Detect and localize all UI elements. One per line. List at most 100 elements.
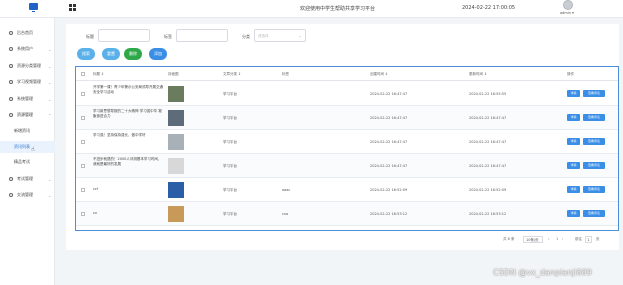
row-created: 2024-02-22 16:47:47 [370, 164, 408, 168]
sidebar-subitem-add-news[interactable]: 新增资讯 [0, 125, 55, 137]
news-table: 标题 ↕ 封面图 文章分类 ↕ 标签 创建时间 ↕ 更新时间 ↕ 操作 开学第一… [75, 66, 619, 231]
chevron-down-icon: ⌄ [48, 46, 52, 52]
row-updated: 2024-02-22 16:52:09 [469, 188, 507, 192]
column-header-tag: 标签 [282, 72, 289, 76]
chevron-down-icon: ⌄ [48, 96, 52, 102]
total-count: 共 6 条 [503, 237, 515, 241]
sidebar-item-label: 资源管理 [17, 112, 33, 117]
cover-image [168, 206, 184, 222]
settings-icon [9, 97, 13, 101]
cover-image [168, 110, 184, 126]
row-created: 2024-02-22 16:47:47 [370, 92, 408, 96]
row-checkbox[interactable] [81, 212, 85, 216]
row-created: 2024-02-22 16:53:12 [370, 212, 408, 216]
sidebar: 后台首页 系统用户 ⌄ 资源分类管理 ⌄ 学习视频管理 ⌄ 系统管理 ⌄ 资源管… [0, 18, 55, 285]
row-category: 学习平台 [223, 92, 237, 96]
column-header-actions: 操作 [567, 72, 574, 76]
cover-image [168, 182, 184, 198]
search-button[interactable]: 搜索 [77, 48, 95, 60]
column-header-created[interactable]: 创建时间 ↕ [370, 72, 388, 77]
view-comments-button[interactable]: 查看评论 [583, 90, 605, 97]
table-row: 不进步就退的！2000人评测基本学习时间，我就是最好的发展 学习平台 2024-02… [76, 154, 618, 178]
view-comments-button[interactable]: 查看评论 [583, 162, 605, 169]
page-number[interactable]: 1 [556, 237, 558, 241]
detail-button[interactable]: 详情 [567, 138, 580, 145]
view-comments-button[interactable]: 查看评论 [583, 138, 605, 145]
chevron-up-icon: ⌃ [48, 112, 52, 118]
view-comments-button[interactable]: 查看评论 [583, 114, 605, 121]
grid-menu-icon[interactable] [69, 4, 76, 11]
sidebar-item-categories[interactable]: 资源分类管理 ⌄ [0, 60, 55, 72]
select-all-checkbox[interactable] [81, 72, 85, 76]
row-checkbox[interactable] [81, 164, 85, 168]
sidebar-item-exam-manage[interactable]: 考试管理 ⌄ [0, 173, 55, 185]
title-search-label: 标题 [86, 34, 94, 39]
add-button[interactable]: 添加 [149, 48, 167, 60]
next-page-icon[interactable]: › [562, 237, 563, 241]
tag-search-input[interactable] [176, 29, 228, 42]
user-dropdown[interactable]: admin ▾ [560, 11, 574, 15]
row-title: ccf [93, 187, 99, 191]
row-category: 学习平台 [223, 188, 237, 192]
column-header-category[interactable]: 文章分类 ↕ [223, 72, 241, 77]
row-checkbox[interactable] [81, 92, 85, 96]
row-checkbox[interactable] [81, 140, 85, 144]
table-row: cx 学习平台 cxa 2024-02-22 16:53:12 2024-02-22 1… [76, 202, 618, 226]
page-size-select[interactable]: 10条/页 [523, 236, 543, 243]
sidebar-item-home[interactable]: 后台首页 [0, 27, 55, 39]
folder-icon [9, 64, 13, 68]
reset-button[interactable]: 重置 [102, 48, 120, 60]
goto-page-input[interactable]: 1 [585, 236, 592, 243]
detail-button[interactable]: 详情 [567, 210, 580, 217]
view-comments-button[interactable]: 查看评论 [583, 186, 605, 193]
sidebar-item-system[interactable]: 系统管理 ⌄ [0, 93, 55, 105]
category-select-placeholder: 请选择 [258, 34, 269, 38]
view-comments-button[interactable]: 查看评论 [583, 210, 605, 217]
chevron-down-icon: ⌄ [298, 33, 302, 38]
column-header-updated[interactable]: 更新时间 ↕ [469, 72, 487, 77]
sidebar-item-label: 系统管理 [17, 96, 33, 101]
detail-button[interactable]: 详情 [567, 186, 580, 193]
chevron-down-icon: ⌄ [48, 176, 52, 182]
sidebar-subitem-label: 新增资讯 [14, 128, 30, 133]
mouse-cursor-icon: ☝ [31, 146, 35, 153]
row-title: 学习强！坚持保持强长，做中学好 [93, 133, 146, 137]
detail-button[interactable]: 详情 [567, 162, 580, 169]
prev-page-icon[interactable]: ‹ [548, 237, 549, 241]
row-category: 学习平台 [223, 116, 237, 120]
detail-button[interactable]: 详情 [567, 114, 580, 121]
watermark: CSDN @vx_danpianji889 [493, 268, 592, 277]
sidebar-item-resources[interactable]: 资源管理 ⌃ [0, 109, 55, 121]
table-row: ccf 学习平台 aaac 2024-02-22 16:52:09 2024-02-22… [76, 178, 618, 202]
detail-button[interactable]: 详情 [567, 90, 580, 97]
row-updated: 2024-02-22 16:47:47 [469, 116, 507, 120]
row-title: cx [93, 211, 97, 215]
sidebar-item-videos[interactable]: 学习视频管理 ⌄ [0, 76, 55, 88]
cover-image [168, 134, 184, 150]
table-row: 学习新思想导报的二十大精神 学习强中华 凝聚奋进合力 学习平台 2024-02-22… [76, 106, 618, 130]
monitor-icon[interactable] [29, 3, 38, 12]
delete-button[interactable]: 删除 [124, 48, 142, 60]
sidebar-subitem-label: 精品考试 [14, 159, 30, 164]
cover-image [168, 158, 184, 174]
sidebar-item-label: 后台首页 [17, 30, 33, 35]
sidebar-item-label: 系统用户 [17, 46, 33, 51]
avatar[interactable] [563, 0, 573, 10]
row-checkbox[interactable] [81, 188, 85, 192]
page-size-value: 10条/页 [526, 238, 539, 242]
resource-icon [9, 113, 13, 117]
sidebar-subitem-news-list[interactable]: 资讯列表 [0, 141, 55, 153]
video-icon [9, 80, 13, 84]
row-checkbox[interactable] [81, 116, 85, 120]
top-bar: 欢迎使用中学生帮助共享学习平台 2024-02-22 17:00:05 admi… [0, 0, 623, 18]
row-updated: 2024-02-22 16:47:47 [469, 164, 507, 168]
row-tag: cxa [282, 212, 289, 216]
sidebar-item-users[interactable]: 系统用户 ⌄ [0, 43, 55, 55]
sidebar-subitem-label: 资讯列表 [14, 144, 30, 149]
category-select[interactable]: 请选择 ⌄ [254, 29, 306, 42]
title-search-input[interactable] [98, 29, 150, 42]
sidebar-subitem-exams[interactable]: 精品考试 [0, 156, 55, 168]
row-updated: 2024-02-22 16:53:12 [469, 212, 507, 216]
sidebar-item-chat-manage[interactable]: 交流管理 ⌄ [0, 189, 55, 201]
column-header-title[interactable]: 标题 ↕ [93, 72, 104, 77]
